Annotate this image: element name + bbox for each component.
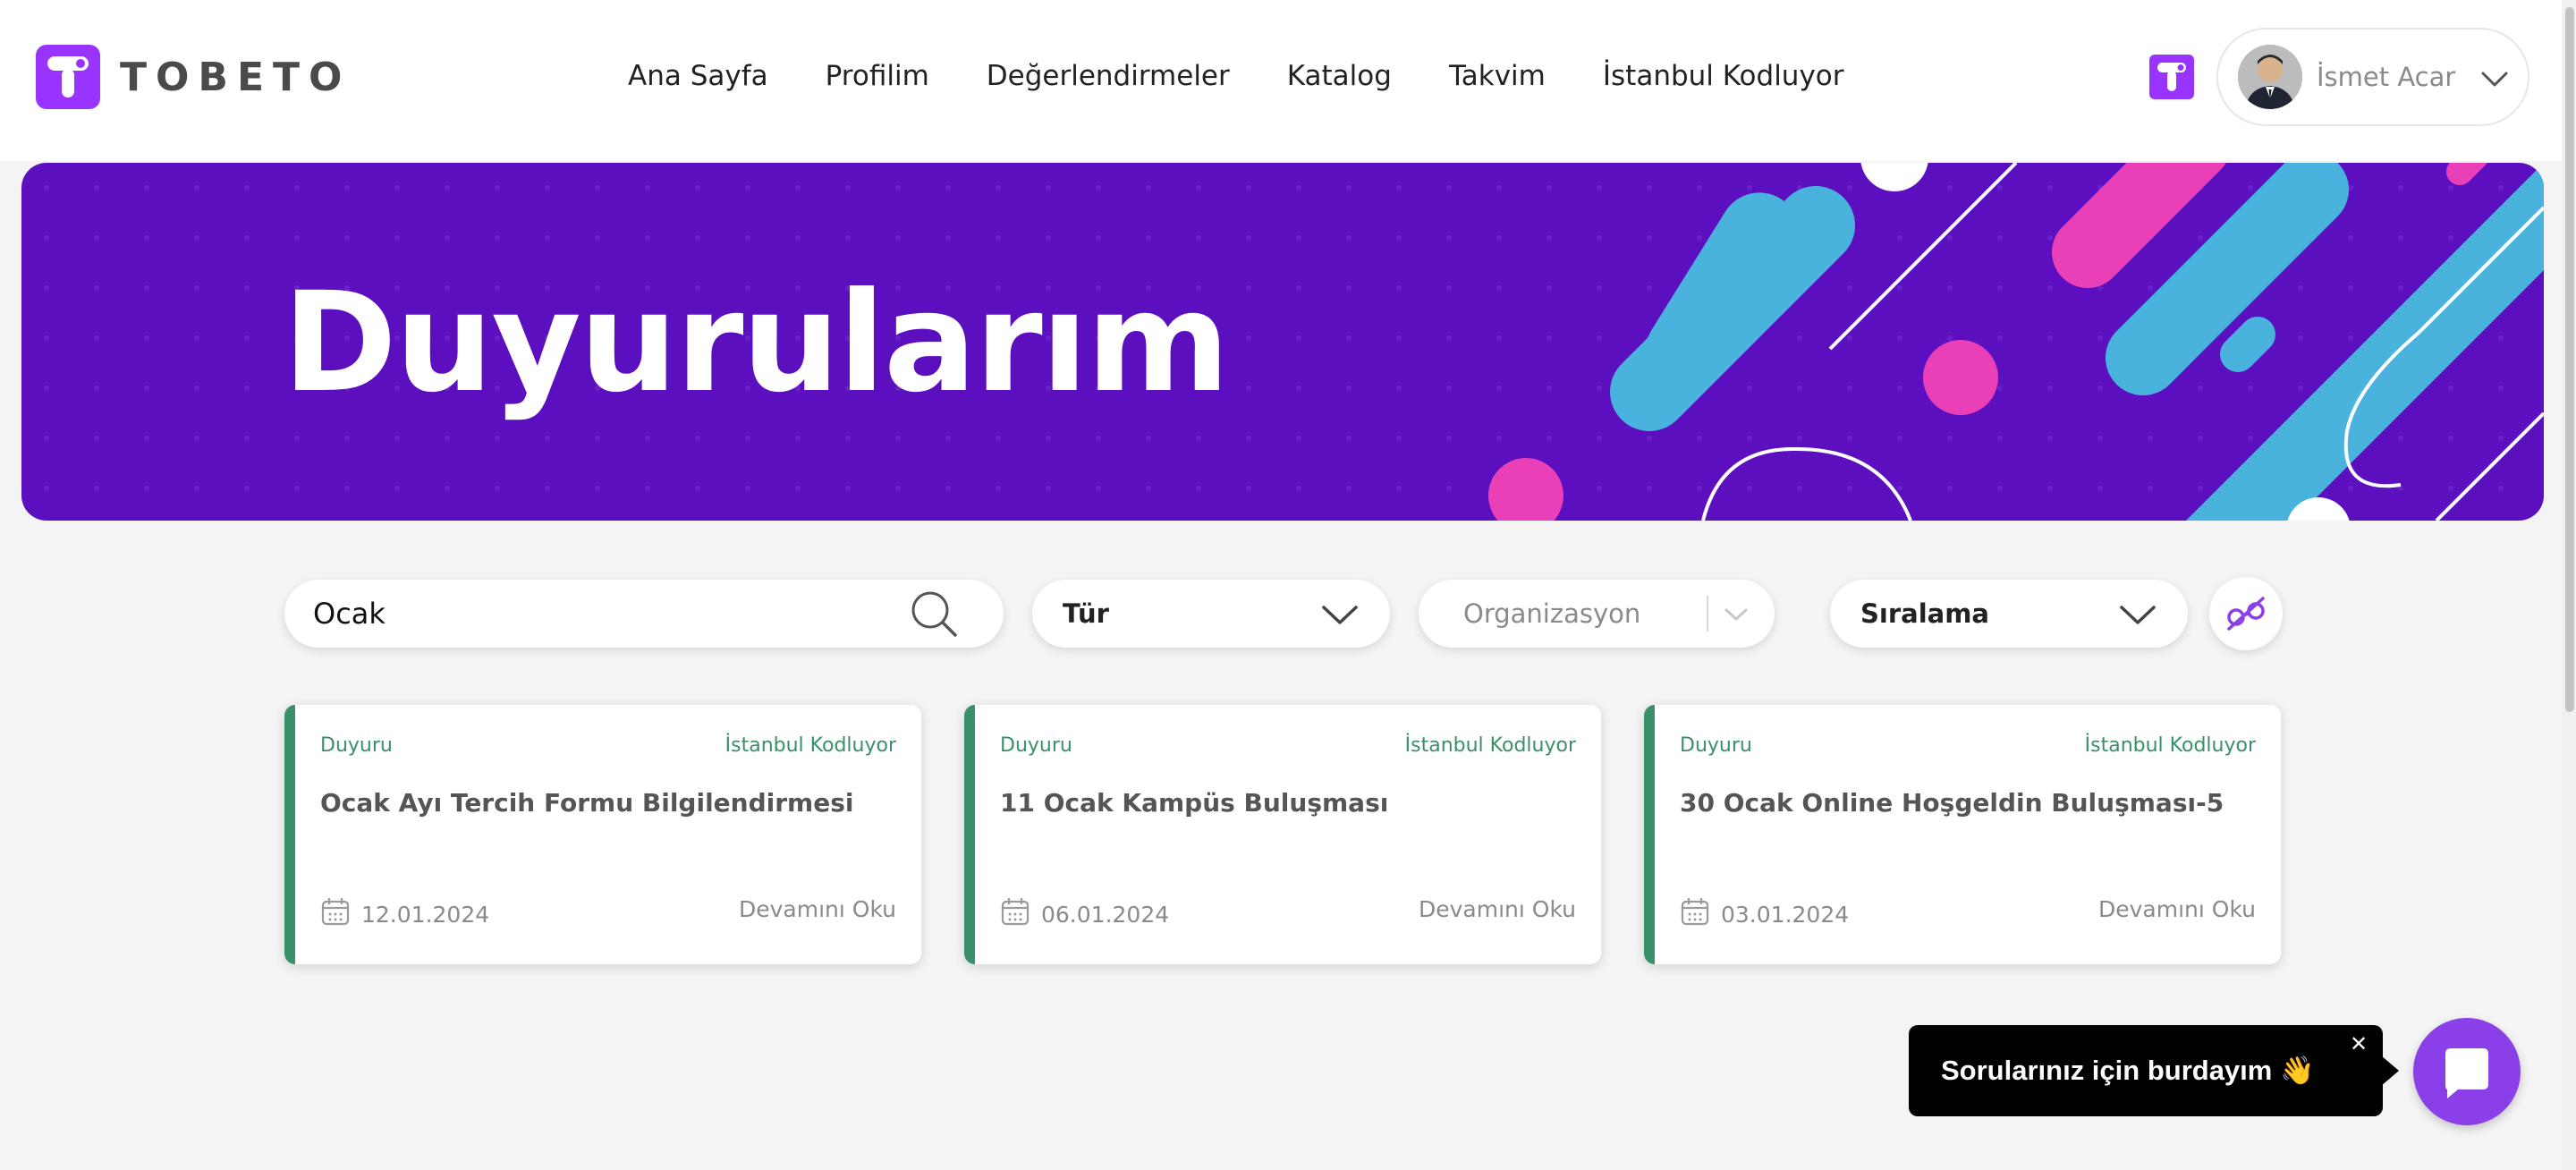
- organization-select-placeholder: Organizasyon: [1463, 598, 1641, 629]
- card-date: 12.01.2024: [361, 902, 490, 928]
- calendar-icon: [321, 898, 350, 926]
- search-icon[interactable]: [909, 589, 959, 639]
- card-title: 30 Ocak Online Hoşgeldin Buluşması-5: [1680, 788, 2224, 818]
- filter-clear-icon: [2227, 597, 2265, 631]
- card-title: Ocak Ayı Tercih Formu Bilgilendirmesi: [320, 788, 854, 818]
- read-more-link[interactable]: Devamını Oku: [739, 894, 896, 925]
- card-accent: [284, 705, 295, 964]
- nav-catalog[interactable]: Katalog: [1287, 54, 1392, 98]
- card-organization: İstanbul Kodluyor: [1404, 734, 1576, 757]
- tobeto-mini-logo-icon[interactable]: [2149, 55, 2194, 99]
- chevron-down-icon[interactable]: [2479, 65, 2510, 92]
- brand-name: TOBETO: [120, 54, 352, 100]
- page-banner: Duyurularım: [21, 163, 2544, 521]
- read-more-link[interactable]: Devamını Oku: [2098, 894, 2256, 925]
- chat-prompt-text: Sorularınız için burdayım 👋: [1941, 1055, 2315, 1086]
- search-box: [284, 580, 1004, 648]
- card-type: Duyuru: [1680, 734, 1752, 757]
- main-nav: Ana Sayfa Profilim Değerlendirmeler Kata…: [628, 54, 1844, 98]
- avatar-image: [2238, 45, 2302, 109]
- user-menu[interactable]: İsmet Acar: [2216, 28, 2529, 126]
- scrollbar-thumb[interactable]: [2565, 7, 2574, 712]
- card-title: 11 Ocak Kampüs Buluşması: [1000, 788, 1389, 818]
- close-icon[interactable]: ✕: [2345, 1030, 2372, 1057]
- chat-prompt-bubble[interactable]: Sorularınız için burdayım 👋 ✕: [1909, 1025, 2383, 1116]
- avatar: [2238, 45, 2302, 109]
- read-more-link[interactable]: Devamını Oku: [1419, 894, 1576, 925]
- card-date: 03.01.2024: [1721, 902, 1850, 928]
- calendar-icon: [1681, 898, 1709, 926]
- chat-launcher-button[interactable]: [2413, 1018, 2521, 1125]
- nav-profile[interactable]: Profilim: [826, 54, 929, 98]
- nav-home[interactable]: Ana Sayfa: [628, 54, 768, 98]
- tobeto-logo-icon: [36, 45, 100, 109]
- card-organization: İstanbul Kodluyor: [724, 734, 896, 757]
- sort-select-label: Sıralama: [1860, 598, 1989, 629]
- clear-filters-button[interactable]: [2209, 577, 2283, 650]
- page-title: Duyurularım: [283, 263, 1230, 423]
- chevron-down-icon: [1724, 608, 1748, 621]
- announcement-card[interactable]: Duyuru İstanbul Kodluyor 11 Ocak Kampüs …: [964, 705, 1601, 964]
- card-type: Duyuru: [320, 734, 393, 757]
- card-accent: [1644, 705, 1655, 964]
- organization-select[interactable]: Organizasyon: [1419, 580, 1775, 648]
- card-type: Duyuru: [1000, 734, 1072, 757]
- chevron-down-icon: [1322, 606, 1358, 624]
- tobeto-logo[interactable]: TOBETO: [36, 45, 351, 109]
- type-select-label: Tür: [1063, 598, 1109, 629]
- calendar-icon: [1001, 898, 1030, 926]
- chat-icon: [2445, 1048, 2488, 1098]
- sort-select[interactable]: Sıralama: [1830, 580, 2188, 648]
- chat-bubble-pointer: [2381, 1056, 2399, 1086]
- chevron-down-icon: [2120, 606, 2156, 624]
- top-header: TOBETO Ana Sayfa Profilim Değerlendirmel…: [0, 0, 2576, 161]
- card-date: 06.01.2024: [1041, 902, 1170, 928]
- search-input[interactable]: [313, 592, 886, 635]
- nav-calendar[interactable]: Takvim: [1449, 54, 1546, 98]
- select-divider: [1707, 596, 1708, 632]
- type-select[interactable]: Tür: [1032, 580, 1390, 648]
- nav-istanbul-kodluyor[interactable]: İstanbul Kodluyor: [1603, 54, 1844, 98]
- user-name: İsmet Acar: [2317, 62, 2456, 92]
- announcement-card[interactable]: Duyuru İstanbul Kodluyor 30 Ocak Online …: [1644, 705, 2281, 964]
- announcement-card[interactable]: Duyuru İstanbul Kodluyor Ocak Ayı Tercih…: [284, 705, 921, 964]
- nav-evaluations[interactable]: Değerlendirmeler: [987, 54, 1230, 98]
- card-organization: İstanbul Kodluyor: [2084, 734, 2256, 757]
- card-accent: [964, 705, 975, 964]
